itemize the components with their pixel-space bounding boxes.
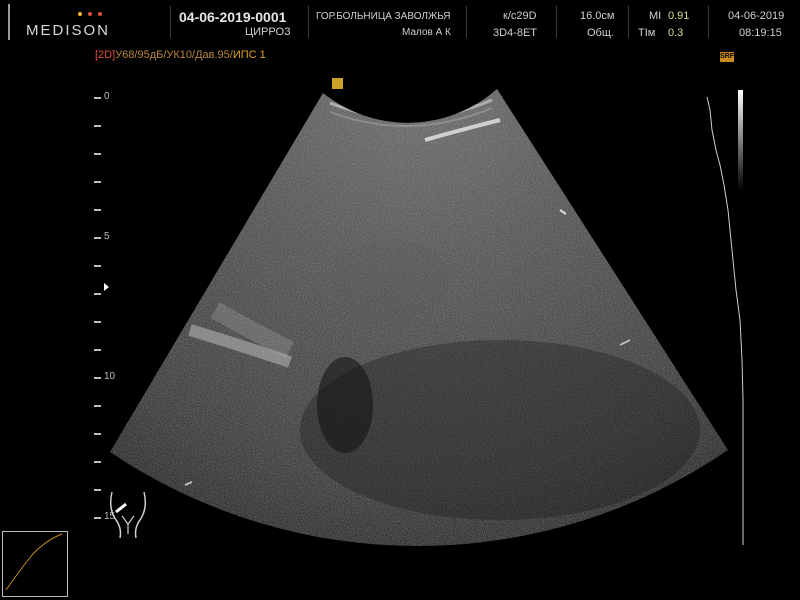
- study-note: ЦИРРОЗ: [245, 26, 291, 38]
- probe-id: к/с29D: [503, 10, 537, 22]
- exam-time: 08:19:15: [739, 27, 782, 39]
- brand-name: MEDISON: [26, 22, 111, 39]
- acquisition-params: [2D]У68/95дБ/УК10/Дав.95/ИПС 1: [95, 49, 266, 61]
- brand-logo: MEDISON: [4, 4, 112, 42]
- depth-label-10: 10: [104, 371, 116, 382]
- depth-scale: 0 5 10 15: [94, 90, 134, 530]
- depth-value: 16.0см: [580, 10, 615, 22]
- focus-marker-icon[interactable]: [104, 283, 109, 291]
- gain-curve-box[interactable]: [2, 531, 68, 597]
- imaging-mode: [2D]: [95, 49, 116, 61]
- preset-name: Общ.: [587, 27, 614, 39]
- mi-value: 0.91: [668, 10, 690, 22]
- orientation-marker-icon: [332, 78, 343, 89]
- sector-scan: [110, 89, 728, 547]
- doctor-name: Малов А К: [402, 27, 451, 38]
- depth-label-5: 5: [104, 231, 110, 242]
- ti-value: 0.3: [668, 27, 684, 39]
- gain-settings: У68/95дБ/УК10/Дав.95/: [115, 49, 233, 61]
- study-id: 04-06-2019-0001: [179, 9, 287, 25]
- probe-model: 3D4-8ET: [493, 27, 538, 39]
- ips-setting: ИПС 1: [232, 49, 266, 61]
- body-mark-icon[interactable]: [104, 490, 152, 540]
- exam-date: 04-06-2019: [728, 10, 785, 22]
- grayscale-bar: [738, 90, 743, 190]
- brand-dots: [78, 12, 108, 16]
- mi-label: MI: [649, 10, 662, 22]
- hospital-name: ГОР.БОЛЬНИЦА ЗАВОЛЖЬЯ: [316, 11, 451, 22]
- ti-label: TIм: [638, 27, 656, 39]
- srf-badge: SRF: [720, 52, 734, 62]
- header-bar: MEDISON 04-06-2019-0001 ЦИРРОЗ ГОР.БОЛЬН…: [0, 0, 800, 44]
- depth-label-0: 0: [104, 91, 110, 102]
